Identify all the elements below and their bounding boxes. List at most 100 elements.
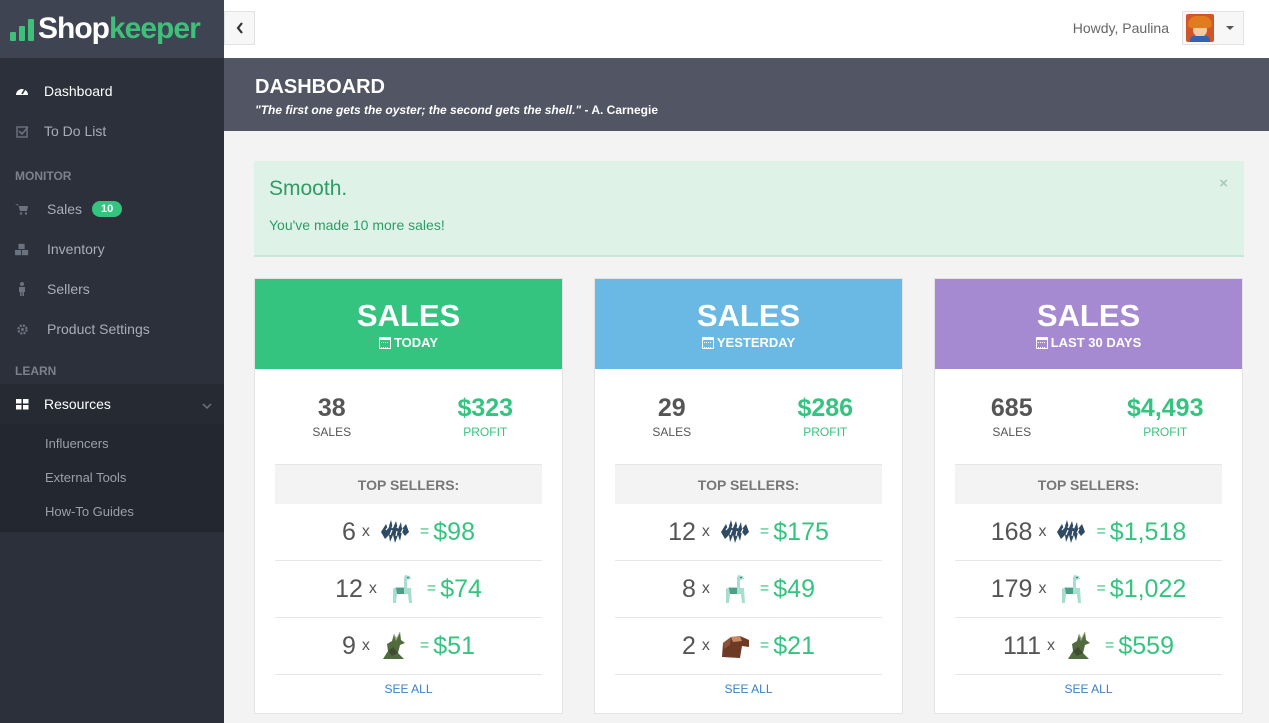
seller-amount: $51: [433, 631, 475, 660]
sidebar-item-label: Dashboard: [44, 83, 113, 99]
top-seller-row[interactable]: 12 x = $175: [615, 504, 882, 561]
top-sellers-heading: TOP SELLERS:: [955, 464, 1222, 504]
card-period: YESTERDAY: [716, 335, 796, 350]
chevron-left-icon: [236, 22, 243, 34]
top-seller-row[interactable]: 6 x = $98: [275, 504, 542, 561]
equals-sign: =: [759, 523, 770, 540]
section-heading-learn: LEARN: [15, 364, 57, 378]
top-seller-row[interactable]: 8 x = $49: [615, 561, 882, 618]
sales-count: 29: [657, 394, 686, 422]
card-title: SALES: [356, 298, 461, 333]
sidebar-item-resources[interactable]: Resources: [0, 384, 224, 424]
gear-icon: [15, 322, 29, 336]
alert-message: You've made 10 more sales!: [269, 217, 445, 233]
sidebar-item-todo[interactable]: To Do List: [0, 111, 224, 151]
sidebar-item-label: Inventory: [47, 241, 105, 257]
sidebar-item-label: Sales: [47, 201, 83, 217]
card-period: LAST 30 DAYS: [1050, 335, 1142, 350]
page-title: DASHBOARD: [255, 76, 385, 98]
close-icon[interactable]: ×: [1219, 175, 1228, 192]
dashboard-icon: [15, 84, 29, 98]
sidebar-item-sales[interactable]: Sales 10: [0, 189, 224, 229]
equals-sign: =: [419, 637, 430, 654]
sidebar-subitem-influencers[interactable]: Influencers: [0, 426, 224, 460]
top-seller-row[interactable]: 9 x = $51: [275, 618, 542, 675]
zebra-tie-icon: [378, 515, 412, 549]
top-sellers-heading: TOP SELLERS:: [275, 464, 542, 504]
seller-quantity: 12: [668, 517, 696, 546]
profit-amount: $4,493: [1127, 394, 1204, 422]
llama-icon: [1054, 572, 1088, 606]
seller-quantity: 168: [990, 517, 1033, 546]
seller-quantity: 9: [342, 631, 356, 660]
sidebar-item-sellers[interactable]: Sellers: [0, 269, 224, 309]
cubes-icon: [15, 242, 29, 256]
top-seller-row[interactable]: 168 x = $1,518: [955, 504, 1222, 561]
top-bar: Howdy, Paulina: [224, 0, 1269, 58]
chevron-down-icon: [202, 396, 212, 412]
quote-author: - A. Carnegie: [581, 103, 659, 117]
caret-down-icon: [1226, 26, 1234, 30]
seller-quantity: 179: [990, 574, 1033, 603]
sales-label: SALES: [652, 425, 692, 439]
times-sign: x: [701, 523, 710, 540]
sidebar-item-dashboard[interactable]: Dashboard: [0, 71, 224, 111]
brand-logo[interactable]: Shopkeeper: [0, 0, 224, 58]
card-header: SALES TODAY: [255, 279, 562, 369]
times-sign: x: [1038, 580, 1047, 597]
card-stats: 38 SALES $323 PROFIT: [255, 369, 562, 464]
wolf-icon: [378, 629, 412, 663]
profit-amount: $323: [457, 394, 514, 422]
avatar: [1186, 14, 1214, 42]
page-quote: "The first one gets the oyster; the seco…: [255, 103, 1269, 117]
see-all-link[interactable]: SEE ALL: [935, 682, 1242, 696]
seller-quantity: 8: [682, 574, 696, 603]
card-title: SALES: [696, 298, 801, 333]
card-stats: 29 SALES $286 PROFIT: [595, 369, 902, 464]
user-menu-button[interactable]: [1182, 11, 1244, 45]
times-sign: x: [1038, 523, 1047, 540]
card-header: SALES LAST 30 DAYS: [935, 279, 1242, 369]
equals-sign: =: [759, 637, 770, 654]
calendar-icon: [378, 336, 391, 349]
bar-chart-logo-icon: [10, 17, 34, 41]
top-seller-row[interactable]: 12 x = $74: [275, 561, 542, 618]
profit-label: PROFIT: [803, 425, 848, 439]
sidebar-subitem-external-tools[interactable]: External Tools: [0, 460, 224, 494]
top-seller-row[interactable]: 111 x = $559: [955, 618, 1222, 675]
alert-title: Smooth.: [269, 177, 348, 200]
section-heading-monitor: MONITOR: [15, 169, 72, 183]
sidebar-item-label: To Do List: [44, 123, 107, 139]
checkbox-icon: [15, 124, 29, 138]
sales-count: 685: [990, 394, 1033, 422]
page-header: DASHBOARD "The first one gets the oyster…: [224, 58, 1269, 131]
top-seller-row[interactable]: 2 x = $21: [615, 618, 882, 675]
seller-amount: $1,022: [1109, 574, 1187, 603]
see-all-link[interactable]: SEE ALL: [595, 682, 902, 696]
see-all-link[interactable]: SEE ALL: [255, 682, 562, 696]
quote-text: "The first one gets the oyster; the seco…: [255, 103, 582, 117]
person-icon: [15, 282, 29, 296]
sidebar-subitem-how-to-guides[interactable]: How-To Guides: [0, 494, 224, 528]
sidebar: Shopkeeper Dashboard To Do List MONITOR …: [0, 0, 224, 723]
seller-quantity: 111: [1003, 631, 1042, 660]
sales-label: SALES: [992, 425, 1032, 439]
top-seller-row[interactable]: 179 x = $1,022: [955, 561, 1222, 618]
sales-card-today: SALES TODAY 38 SALES $323 PROFIT TOP SEL…: [254, 278, 563, 714]
seller-amount: $49: [773, 574, 815, 603]
sidebar-item-label: Sellers: [47, 281, 90, 297]
grid-icon: [15, 397, 29, 411]
brand-name-part2: keeper: [109, 12, 201, 45]
times-sign: x: [361, 637, 370, 654]
equals-sign: =: [419, 523, 430, 540]
sidebar-item-label: Product Settings: [47, 321, 150, 337]
sales-count-badge: 10: [92, 201, 123, 217]
card-title: SALES: [1036, 298, 1141, 333]
sidebar-item-inventory[interactable]: Inventory: [0, 229, 224, 269]
times-sign: x: [701, 580, 710, 597]
resources-submenu: Influencers External Tools How-To Guides: [0, 424, 224, 532]
sidebar-toggle-button[interactable]: [224, 11, 255, 45]
card-stats: 685 SALES $4,493 PROFIT: [935, 369, 1242, 464]
seller-amount: $175: [773, 517, 829, 546]
sidebar-item-product-settings[interactable]: Product Settings: [0, 309, 224, 349]
